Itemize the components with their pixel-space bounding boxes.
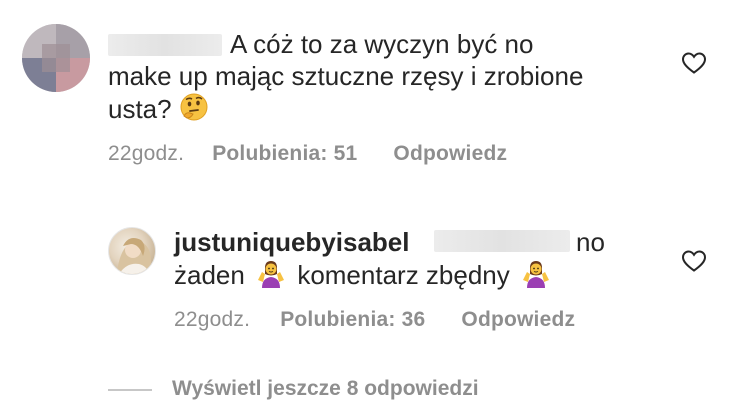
comment-time[interactable]: 22godz. [108, 142, 184, 165]
reply-username[interactable]: justuniquebyisabel [174, 226, 410, 258]
heart-outline-icon [681, 52, 707, 74]
reply-text-line-1-tail: no [576, 227, 605, 257]
reply-reply-button[interactable]: Odpowiedz [461, 308, 575, 331]
reply-meta: 22godz. Polubienia: 36 Odpowiedz [174, 308, 575, 332]
comment-like-button[interactable] [681, 51, 707, 80]
comment-meta: 22godz. Polubienia: 51 Odpowiedz [108, 142, 507, 166]
reply-text: żaden komentarz zbędny [174, 258, 551, 295]
comment-text-line-3: usta? [108, 94, 172, 124]
commenter-username-redacted[interactable] [108, 34, 222, 56]
comment-text-line-2: make up mając sztuczne rzęsy i zrobione [108, 61, 584, 91]
comment-likes[interactable]: Polubienia: 51 [212, 142, 357, 165]
comment-text-line-1: A cóż to za wyczyn być no [230, 29, 534, 59]
reply-time[interactable]: 22godz. [174, 308, 250, 331]
person-shrugging-emoji-2 [521, 258, 551, 295]
comment-text-cont-2: usta? [108, 92, 209, 129]
comment-text: A cóż to za wyczyn być no [230, 28, 533, 60]
reply-likes[interactable]: Polubienia: 36 [280, 308, 425, 331]
view-more-replies-button[interactable]: Wyświetl jeszcze 8 odpowiedzi [172, 377, 479, 401]
comment-reply-button[interactable]: Odpowiedz [393, 142, 507, 165]
person-shrugging-emoji [256, 258, 286, 295]
reply-avatar[interactable] [108, 227, 156, 275]
comment-text-cont: make up mając sztuczne rzęsy i zrobione [108, 60, 583, 92]
view-more-divider [108, 389, 152, 391]
reply-text-part-a: żaden [174, 260, 245, 290]
reply-username-redacted [434, 230, 570, 252]
heart-outline-icon [681, 250, 707, 272]
thinking-face-emoji [179, 92, 209, 129]
reply-like-button[interactable] [681, 249, 707, 278]
reply-text-part-b: komentarz zbędny [297, 260, 510, 290]
commenter-avatar[interactable] [22, 24, 90, 92]
